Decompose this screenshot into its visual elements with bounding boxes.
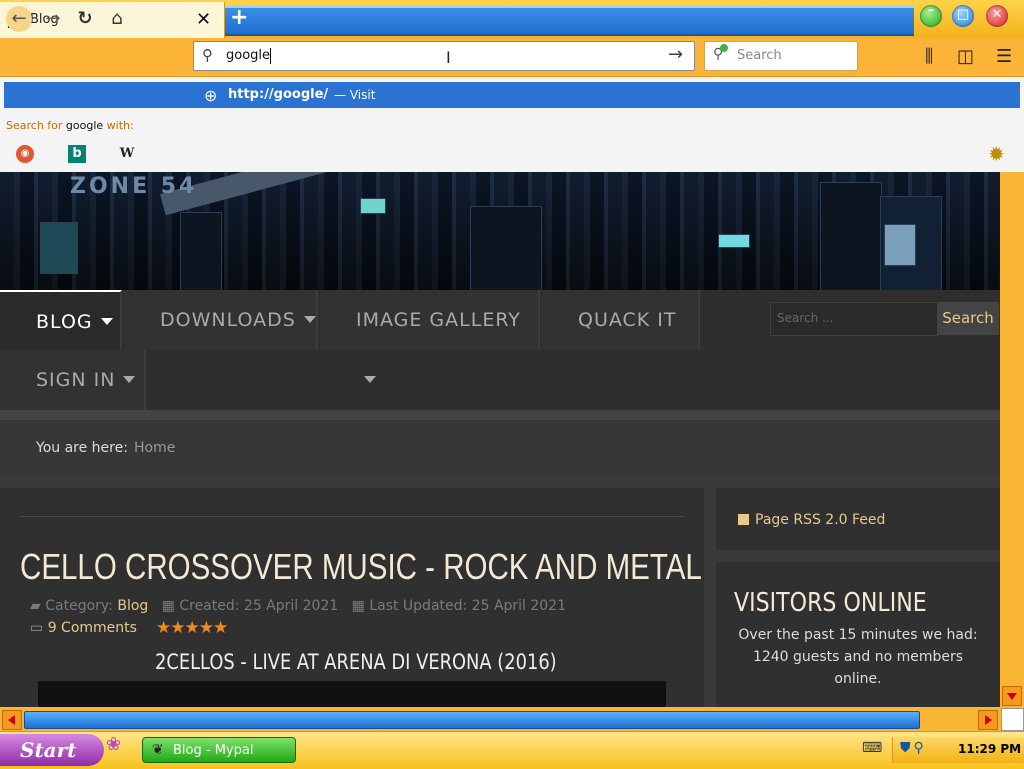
go-arrow-icon[interactable]: → (668, 44, 683, 65)
home-button[interactable]: ⌂ (104, 6, 130, 32)
comments-link[interactable]: ▭ 9 Comments (30, 620, 137, 636)
taskbar-item-blog-mypal[interactable]: Blog - Mypal (142, 737, 296, 763)
rss-module: Page RSS 2.0 Feed (716, 488, 1000, 550)
banner-billboard (884, 224, 916, 266)
breadcrumb-label: You are here: (36, 440, 128, 456)
caret-down-icon (123, 376, 136, 383)
banner-building (180, 212, 222, 292)
category-link[interactable]: Blog (117, 598, 148, 614)
caret-down-icon (303, 316, 316, 323)
reload-button[interactable]: ↻ (72, 6, 98, 32)
start-button[interactable]: Start (0, 734, 104, 766)
search-engine-icon[interactable]: ⚲ (713, 44, 728, 62)
menu-item-image-gallery[interactable]: IMAGE GALLERY (320, 290, 540, 383)
search-input[interactable]: Search (737, 48, 782, 63)
horizontal-scroll-thumb[interactable] (24, 711, 920, 729)
video-embed[interactable] (38, 681, 666, 707)
caret-down-icon (364, 376, 376, 383)
address-bar[interactable]: ⚲ google I → (193, 41, 695, 71)
site-search-button[interactable]: Search (937, 302, 999, 335)
folder-icon: ▰ (30, 598, 41, 614)
site-search-input[interactable]: Search ... (770, 302, 938, 336)
article: CELLO CROSSOVER MUSIC - ROCK AND METAL ▰… (0, 488, 704, 707)
clock: 11:29 PM (958, 742, 1022, 756)
search-bar[interactable]: ⚲ Search (704, 41, 858, 71)
article-title[interactable]: CELLO CROSSOVER MUSIC - ROCK AND METAL (20, 546, 702, 588)
breadcrumb-home: Home (134, 440, 176, 456)
duckduckgo-icon[interactable]: ◉ (16, 145, 34, 163)
tab-strip (224, 6, 914, 36)
maximize-button[interactable]: □ (952, 5, 974, 27)
scroll-right-button[interactable] (978, 710, 998, 730)
banner-building (470, 206, 542, 292)
scrollbar-corner (1001, 708, 1024, 731)
scroll-down-button[interactable] (1002, 686, 1022, 706)
scroll-left-button[interactable] (2, 710, 22, 730)
site-logo[interactable]: ZONE 54 (70, 174, 197, 199)
banner-sign (718, 234, 750, 248)
rss-link[interactable]: Page RSS 2.0 Feed (738, 512, 885, 528)
divider (20, 516, 684, 517)
suggestion-url: http://google/ (228, 87, 329, 102)
web-page: ZONE 54 BLOG DOWNLOADS IMAGE GALLERY QUA… (0, 172, 1000, 707)
ibeam-cursor-icon: I (446, 48, 451, 67)
hamburger-menu-icon[interactable]: ☰ (996, 46, 1012, 67)
divider (0, 410, 1000, 420)
text-caret (270, 48, 271, 64)
tray-icons[interactable]: ⛊⚲ (900, 740, 927, 756)
start-decoration-icon: ❀ (106, 734, 122, 755)
bing-icon[interactable]: b (68, 145, 86, 163)
site-search-placeholder: Search ... (777, 311, 834, 325)
keyboard-icon[interactable]: ⌨ (862, 740, 882, 756)
header-banner: ZONE 54 (0, 172, 1000, 292)
back-button[interactable]: ← (6, 6, 32, 32)
caret-down-icon (100, 318, 113, 325)
breadcrumb: You are here: Home (0, 420, 1000, 476)
mypal-icon: ❦ (152, 742, 164, 758)
banner-building (820, 182, 882, 292)
search-with-label: Search for google with: (6, 119, 134, 132)
updated-date: Last Updated: 25 April 2021 (369, 598, 567, 614)
banner-building (40, 222, 78, 274)
calendar-icon: ▦ (351, 598, 365, 614)
created-date: Created: 25 April 2021 (179, 598, 339, 614)
close-window-button[interactable]: ✕ (986, 5, 1008, 27)
visitors-title: VISITORS ONLINE (734, 588, 927, 618)
rss-icon (738, 514, 749, 525)
sidebar-icon[interactable]: ◫ (957, 46, 974, 67)
gear-icon[interactable]: ✹ (988, 142, 1005, 166)
minimize-button[interactable]: – (920, 3, 942, 27)
banner-sign (360, 198, 386, 214)
site-menu: BLOG DOWNLOADS IMAGE GALLERY QUACK IT SI… (0, 290, 1000, 410)
video-title: 2CELLOS - LIVE AT ARENA DI VERONA (2016) (155, 650, 557, 674)
new-tab-button[interactable]: + (230, 5, 248, 30)
globe-icon: ⊕ (204, 86, 218, 105)
search-icon: ⚲ (202, 46, 213, 64)
menu-item-downloads[interactable]: DOWNLOADS (124, 290, 318, 350)
address-input[interactable]: google (226, 48, 270, 63)
wikipedia-icon[interactable]: W (118, 145, 136, 163)
visitors-text: Over the past 15 minutes we had: 1240 gu… (738, 627, 978, 687)
comment-icon: ▭ (30, 620, 44, 636)
article-meta: ▰ Category: Blog ▦ Created: 25 April 202… (30, 598, 567, 614)
forward-button[interactable]: → (40, 6, 66, 32)
suggestion-action: — Visit (334, 88, 376, 102)
calendar-icon: ▦ (161, 598, 175, 614)
rating-stars[interactable]: ★★★★★ (156, 618, 228, 638)
vertical-scrollbar[interactable] (1000, 172, 1024, 707)
menu-item-sign-in[interactable]: SIGN IN (0, 350, 146, 410)
library-icon[interactable]: ⫼ (925, 46, 933, 67)
visitors-module: VISITORS ONLINE Over the past 15 minutes… (716, 562, 1000, 707)
close-tab-icon[interactable]: ✕ (196, 9, 211, 30)
menu-item-quack-it[interactable]: QUACK IT (542, 290, 700, 350)
suggestion-row[interactable]: ⊕ http://google/ — Visit (4, 82, 1020, 108)
menu-item-blog[interactable]: BLOG (0, 290, 122, 350)
